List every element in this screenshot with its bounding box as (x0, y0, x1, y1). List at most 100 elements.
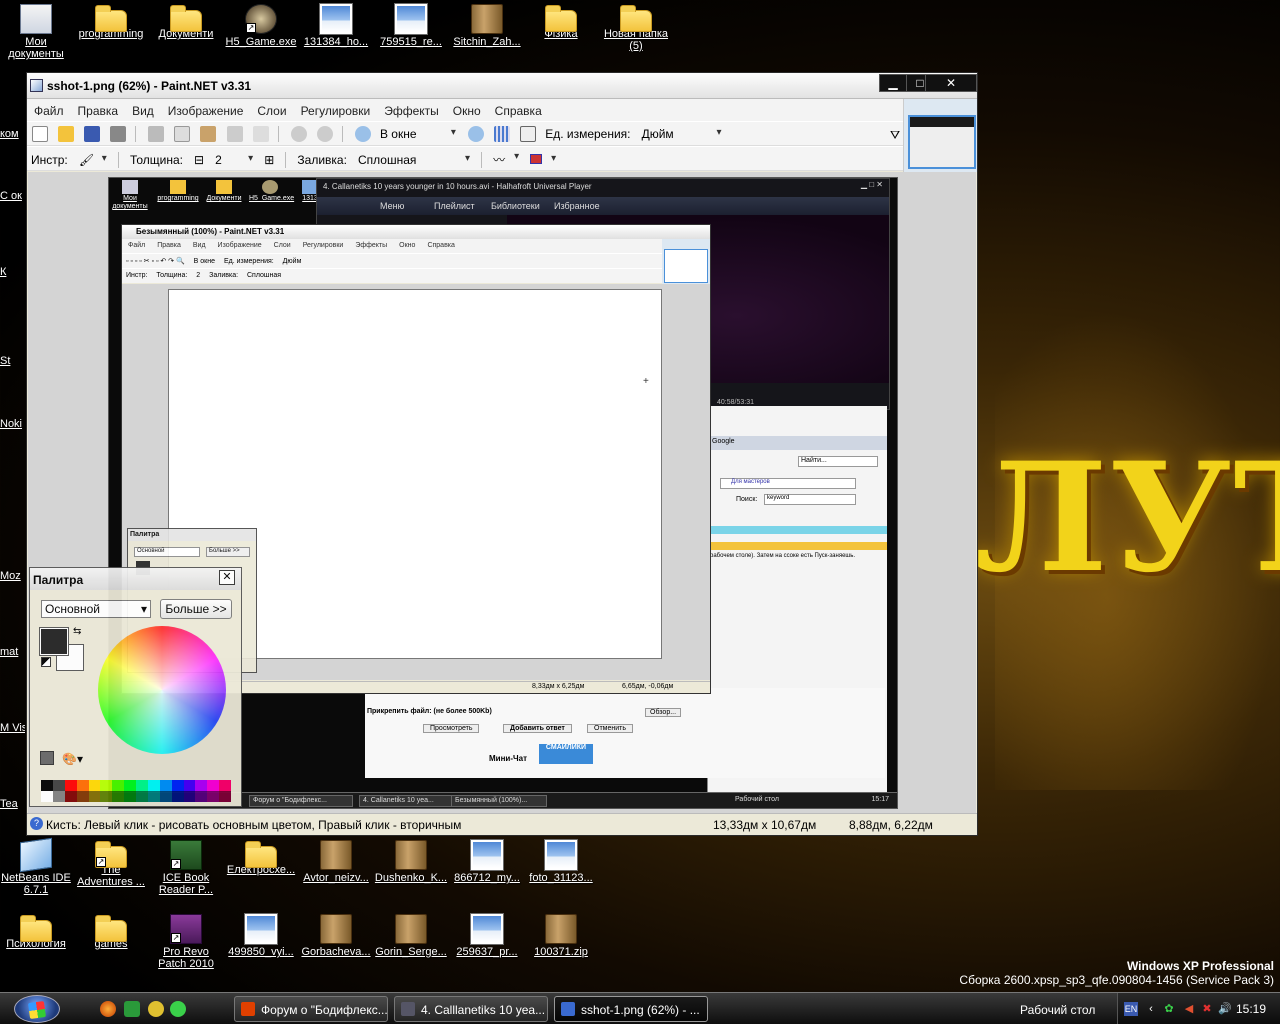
desktop-icon[interactable]: programming (73, 4, 149, 40)
clipped-desktop-icon-label[interactable]: St (0, 355, 25, 367)
menu-item[interactable]: Эффекты (377, 99, 446, 118)
desktop-icon[interactable]: Мои документы (0, 4, 74, 60)
clipped-desktop-icon-label[interactable]: Tea (0, 798, 25, 810)
ruler-icon[interactable] (520, 126, 537, 142)
firefox-icon[interactable] (100, 1001, 116, 1017)
desktop-icon[interactable]: ↗ Pro Revo Patch 2010 (148, 914, 224, 970)
close-button[interactable]: ✕ (925, 74, 977, 92)
thickness-select[interactable]: 2 (215, 153, 253, 167)
color-swatch[interactable] (41, 780, 53, 791)
window-titlebar[interactable]: sshot-1.png (62%) - Paint.NET v3.31 ▁ □ … (27, 73, 977, 99)
color-swatch[interactable] (112, 791, 125, 802)
cut-icon[interactable] (148, 126, 165, 142)
desktop-icon[interactable]: NetBeans IDE 6.7.1 (0, 837, 74, 896)
color-swatch[interactable] (100, 780, 113, 791)
color-swatch[interactable] (136, 780, 148, 791)
taskbar-button[interactable]: 4. Calllanetiks 10 yea... (394, 996, 548, 1022)
palette-close-button[interactable]: ✕ (219, 570, 235, 585)
menu-item[interactable]: Справка (488, 99, 549, 118)
desktop-icon[interactable]: Новая папка (5) (598, 4, 674, 52)
color-swatch[interactable] (207, 780, 220, 791)
color-swatch[interactable] (147, 780, 160, 791)
color-swatch[interactable] (41, 791, 53, 802)
color-swatch[interactable] (171, 780, 184, 791)
color-swatch[interactable] (219, 780, 231, 791)
color-swatch[interactable] (52, 780, 65, 791)
minimize-button[interactable]: ▁ (879, 74, 907, 92)
zoom-select[interactable]: В окне (380, 127, 456, 141)
thickness-increase-button[interactable]: ⊞ (264, 153, 274, 167)
desktop-icon[interactable]: Dushenko_K... (373, 840, 449, 884)
language-indicator[interactable]: EN (1124, 1002, 1138, 1016)
taskbar-button[interactable]: sshot-1.png (62%) - ... (554, 996, 708, 1022)
desktop-icon[interactable]: ↗ H5_Game.exe (223, 4, 299, 48)
color-swatch[interactable] (76, 791, 89, 802)
paste-icon[interactable] (200, 126, 217, 142)
desktop-icon[interactable]: 759515_re... (373, 4, 449, 48)
desktop-toolbar-label[interactable]: Рабочий стол (1020, 1003, 1095, 1017)
color-swatch[interactable] (64, 791, 77, 802)
desktop-icon[interactable]: games (73, 914, 149, 950)
toolbar-overflow-icon[interactable]: ⛛ (890, 128, 900, 143)
open-folder-icon[interactable] (58, 126, 75, 142)
redo-icon[interactable] (316, 126, 333, 142)
menu-item[interactable]: Изображение (161, 99, 251, 118)
desktop-icon[interactable]: 499850_vyi... (223, 914, 299, 958)
color-swatch[interactable] (124, 791, 136, 802)
volume-icon[interactable]: 🔊 (1218, 1002, 1232, 1016)
image-thumbnail[interactable] (908, 115, 976, 169)
desktop-icon[interactable]: 866712_my... (449, 840, 525, 884)
color-swatch[interactable] (64, 780, 77, 791)
brush-tool-icon[interactable]: 🖌 (79, 153, 107, 167)
clipped-desktop-icon-label[interactable]: mat (0, 646, 25, 658)
palette-more-button[interactable]: Больше >> (160, 599, 232, 619)
fill-select[interactable]: Сплошная (358, 153, 470, 167)
color-swatch[interactable] (76, 780, 89, 791)
palette-options-icon[interactable]: 🎨▾ (62, 752, 83, 766)
swap-colors-icon[interactable]: ⇆ (73, 626, 81, 637)
primary-color-swatch[interactable] (40, 628, 68, 655)
new-file-icon[interactable] (32, 126, 48, 142)
palette-title[interactable]: Палитра (30, 568, 241, 590)
color-swatch[interactable] (136, 791, 148, 802)
color-swatch[interactable] (171, 791, 184, 802)
menu-item[interactable]: Правка (71, 99, 126, 118)
menu-item[interactable]: Регулировки (294, 99, 378, 118)
desktop-icon[interactable]: ↗ ICE Book Reader P... (148, 840, 224, 896)
color-picker-icon[interactable] (40, 751, 54, 765)
color-swatch[interactable] (88, 780, 101, 791)
menu-item[interactable]: Слои (250, 99, 293, 118)
clock[interactable]: 15:19 (1236, 1002, 1266, 1016)
reset-colors-icon[interactable] (41, 657, 51, 667)
color-swatch[interactable] (147, 791, 160, 802)
color-swatch[interactable] (183, 791, 196, 802)
start-button[interactable] (14, 995, 60, 1023)
clipped-desktop-icon-label[interactable]: Moz (0, 570, 25, 582)
zoom-out-icon[interactable] (354, 126, 371, 142)
desktop-icon[interactable]: Gorbacheva... (298, 914, 374, 958)
desktop-icon[interactable]: Gorin_Serge... (373, 914, 449, 958)
color-swatch[interactable] (195, 791, 208, 802)
color-swatch[interactable] (159, 780, 172, 791)
quicklaunch-app-icon[interactable] (124, 1001, 140, 1017)
desktop-icon[interactable]: Електросхе... (223, 840, 299, 876)
desktop-icon[interactable]: foto_31123... (523, 840, 599, 884)
icq-icon[interactable] (170, 1001, 186, 1017)
desktop-icon[interactable]: Sitchin_Zah... (449, 4, 525, 48)
deselect-icon[interactable] (252, 126, 269, 142)
desktop-icon[interactable]: Avtor_neizv... (298, 840, 374, 884)
print-icon[interactable] (110, 126, 127, 142)
desktop-icon[interactable]: Психология (0, 914, 74, 950)
menu-item[interactable]: Файл (27, 99, 71, 118)
color-swatch[interactable] (112, 780, 125, 791)
color-swatch[interactable] (207, 791, 220, 802)
desktop-icon[interactable]: 259637_pr... (449, 914, 525, 958)
tray-expand-icon[interactable]: ‹ (1144, 1002, 1158, 1016)
desktop-icon[interactable]: Документи (148, 4, 224, 40)
clipped-desktop-icon-label[interactable]: Noki (0, 418, 25, 430)
zoom-in-icon[interactable] (468, 126, 484, 142)
menu-item[interactable]: Окно (446, 99, 488, 118)
clipped-desktop-icon-label[interactable]: M Vis (0, 722, 25, 734)
grid-icon[interactable] (494, 126, 511, 142)
icq-tray-icon[interactable]: ✿ (1162, 1002, 1176, 1016)
